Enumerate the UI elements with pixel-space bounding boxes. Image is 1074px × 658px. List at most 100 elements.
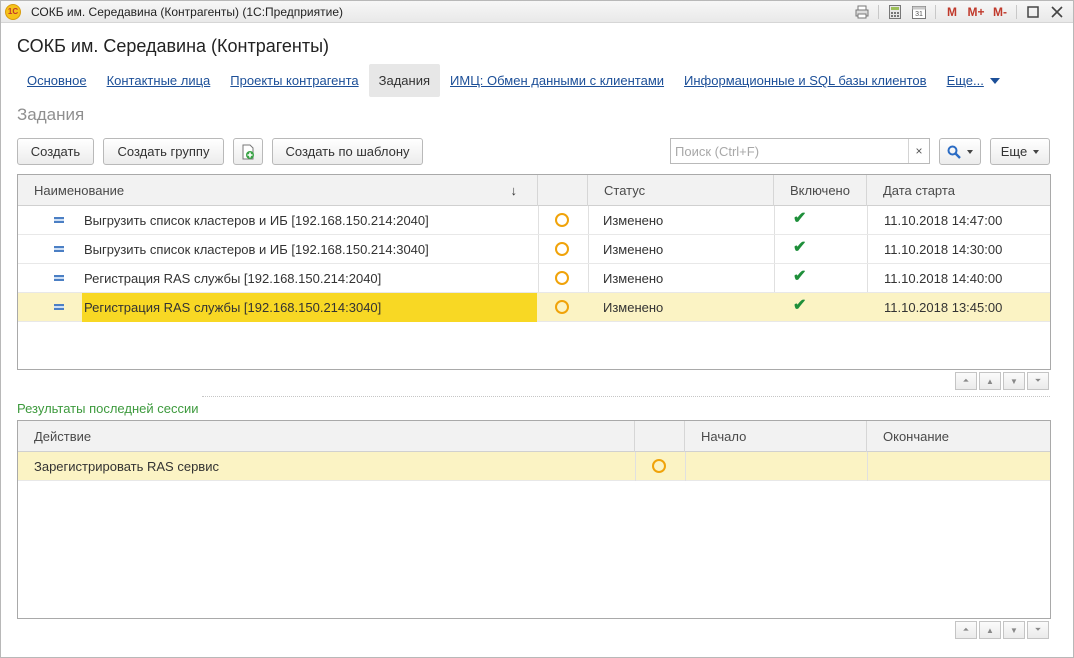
memory-m-plus-button[interactable]: M+ <box>966 3 986 21</box>
search-input[interactable] <box>671 139 908 163</box>
check-icon: ✔ <box>793 297 807 314</box>
check-icon: ✔ <box>793 239 807 256</box>
memory-m-button[interactable]: M <box>942 3 962 21</box>
1c-logo-icon[interactable]: 1С <box>5 3 21 20</box>
tasks-table-header: Наименование ↓ Статус Включено Дата стар… <box>18 175 1050 206</box>
result-action: Зарегистрировать RAS сервис <box>34 459 219 474</box>
tab-more-label: Еще... <box>946 73 984 88</box>
column-header-icon[interactable] <box>635 421 685 452</box>
tab-projects[interactable]: Проекты контрагента <box>220 64 368 97</box>
calendar-day: 31 <box>915 10 923 18</box>
title-bar-tools: 31 M M+ M- <box>852 3 1067 21</box>
tasks-table-nav: ⏶ ▲ ▼ ⏷ <box>955 372 1049 390</box>
print-icon[interactable] <box>852 3 872 21</box>
tab-info-bases[interactable]: Информационные и SQL базы клиентов <box>674 64 937 97</box>
calendar-icon[interactable]: 31 <box>909 3 929 21</box>
task-status: Изменено <box>603 271 664 286</box>
results-title: Результаты последней сессии <box>17 401 199 416</box>
status-circle-icon <box>555 300 569 314</box>
caret-down-icon <box>1033 149 1040 154</box>
table-row[interactable]: Выгрузить список кластеров и ИБ [192.168… <box>18 235 1050 264</box>
scroll-up-icon[interactable]: ▲ <box>979 372 1001 390</box>
copy-button[interactable] <box>233 138 263 165</box>
table-row[interactable]: Регистрация RAS службы [192.168.150.214:… <box>18 264 1050 293</box>
scroll-first-icon[interactable]: ⏶ <box>955 372 977 390</box>
check-icon: ✔ <box>793 210 807 227</box>
app-window: 1С СОКБ им. Середавина (Контрагенты) (1С… <box>0 0 1074 658</box>
column-divider <box>685 452 686 481</box>
scroll-last-icon[interactable]: ⏷ <box>1027 621 1049 639</box>
tasks-table[interactable]: Наименование ↓ Статус Включено Дата стар… <box>17 174 1051 370</box>
task-status: Изменено <box>603 300 664 315</box>
calculator-icon[interactable] <box>885 3 905 21</box>
result-start <box>685 452 693 481</box>
form-title: СОКБ им. Середавина (Контрагенты) <box>17 36 330 56</box>
tab-contacts[interactable]: Контактные лица <box>97 64 221 97</box>
task-item-icon <box>54 217 64 223</box>
scroll-last-icon[interactable]: ⏷ <box>1027 372 1049 390</box>
search-box: × <box>670 138 930 164</box>
search-options-button[interactable] <box>939 138 981 165</box>
task-item-icon <box>54 246 64 252</box>
create-button[interactable]: Создать <box>17 138 94 165</box>
status-circle-icon <box>555 242 569 256</box>
create-group-button[interactable]: Создать группу <box>103 138 224 165</box>
column-header-action[interactable]: Действие <box>18 421 635 452</box>
scroll-up-icon[interactable]: ▲ <box>979 621 1001 639</box>
window-title: СОКБ им. Середавина (Контрагенты) (1С:Пр… <box>31 4 343 19</box>
column-header-icon[interactable] <box>538 175 588 206</box>
scroll-first-icon[interactable]: ⏶ <box>955 621 977 639</box>
create-by-template-button[interactable]: Создать по шаблону <box>272 138 423 165</box>
form-tabs: Основное Контактные лица Проекты контраг… <box>17 64 1010 97</box>
task-name: Выгрузить список кластеров и ИБ [192.168… <box>84 213 429 228</box>
scroll-down-icon[interactable]: ▼ <box>1003 621 1025 639</box>
task-start-date: 11.10.2018 13:45:00 <box>884 300 1003 315</box>
results-table-header: Действие Начало Окончание <box>18 421 1050 452</box>
column-header-status[interactable]: Статус <box>588 175 774 206</box>
sort-descending-icon: ↓ <box>510 183 518 198</box>
maximize-icon[interactable] <box>1023 3 1043 21</box>
column-name-label: Наименование <box>34 183 125 198</box>
title-bar-separator <box>878 5 879 19</box>
memory-m-minus-button[interactable]: M- <box>990 3 1010 21</box>
table-row[interactable]: Выгрузить список кластеров и ИБ [192.168… <box>18 206 1050 235</box>
tab-imc-exchange[interactable]: ИМЦ: Обмен данными с клиентами <box>440 64 674 97</box>
section-title: Задания <box>17 105 85 124</box>
task-name: Регистрация RAS службы [192.168.150.214:… <box>84 271 382 286</box>
results-row-selected[interactable]: Зарегистрировать RAS сервис <box>18 452 1050 481</box>
column-header-start-date[interactable]: Дата старта <box>867 175 1050 206</box>
add-copy-icon <box>242 144 254 159</box>
title-bar-separator <box>1016 5 1017 19</box>
task-status: Изменено <box>603 242 664 257</box>
column-divider <box>635 452 636 481</box>
status-circle-icon <box>555 213 569 227</box>
results-table[interactable]: Действие Начало Окончание Зарегистрирова… <box>17 420 1051 619</box>
tab-more[interactable]: Еще... <box>937 64 1010 97</box>
tab-tasks[interactable]: Задания <box>368 64 441 97</box>
tab-main[interactable]: Основное <box>17 64 97 97</box>
scroll-down-icon[interactable]: ▼ <box>1003 372 1025 390</box>
table-row-selected[interactable]: Регистрация RAS службы [192.168.150.214:… <box>18 293 1050 322</box>
results-table-nav: ⏶ ▲ ▼ ⏷ <box>955 621 1049 639</box>
task-status: Изменено <box>603 213 664 228</box>
task-start-date: 11.10.2018 14:40:00 <box>884 271 1003 286</box>
more-button-label: Еще <box>1000 144 1028 159</box>
search-icon <box>947 145 961 159</box>
caret-down-icon <box>967 149 973 154</box>
column-divider <box>867 452 868 481</box>
column-header-end[interactable]: Окончание <box>867 421 1050 452</box>
task-name: Регистрация RAS службы [192.168.150.214:… <box>82 293 537 322</box>
column-header-name[interactable]: Наименование ↓ <box>18 175 538 206</box>
section-divider <box>202 396 1050 397</box>
more-button[interactable]: Еще <box>990 138 1050 165</box>
clear-search-button[interactable]: × <box>908 139 929 163</box>
status-circle-icon <box>652 459 666 473</box>
close-icon[interactable] <box>1047 3 1067 21</box>
column-header-start[interactable]: Начало <box>685 421 867 452</box>
title-bar-separator <box>935 5 936 19</box>
task-item-icon <box>54 275 64 281</box>
task-start-date: 11.10.2018 14:47:00 <box>884 213 1003 228</box>
column-header-enabled[interactable]: Включено <box>774 175 867 206</box>
task-name: Выгрузить список кластеров и ИБ [192.168… <box>84 242 429 257</box>
status-circle-icon <box>555 271 569 285</box>
